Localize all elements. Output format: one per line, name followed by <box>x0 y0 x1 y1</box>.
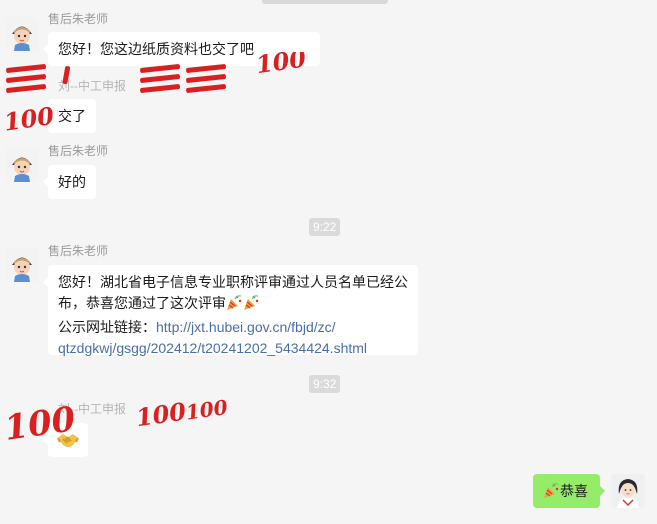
sender-name: 刘--中工申报 <box>58 402 126 416</box>
message-text: 公示网址链接： <box>58 319 156 335</box>
hundred-sticker: 100 <box>184 395 229 425</box>
message-text: 恭喜 <box>560 483 588 499</box>
message-bubble[interactable] <box>43 423 88 457</box>
message-text: 您好！您这边纸质资料也交了吧 <box>58 41 254 57</box>
sender-name: 刘--中工申报 <box>58 79 126 93</box>
teacher-avatar[interactable] <box>5 248 39 282</box>
party-popper-icon <box>543 482 560 505</box>
teacher-avatar[interactable] <box>5 148 39 182</box>
sender-name: 售后朱老师 <box>48 12 109 26</box>
message-bubble[interactable]: 好的 <box>43 165 96 199</box>
message-text: 您好！湖北省电子信息专业职称评审通过人员名单已经公 <box>58 274 408 290</box>
scroll-indicator <box>262 0 388 4</box>
teacher-avatar[interactable] <box>5 17 39 51</box>
timestamp: 9:32 <box>309 375 341 393</box>
message-bubble[interactable]: 您好！湖北省电子信息专业职称评审通过人员名单已经公 布，恭喜您通过了这次评审 公… <box>43 265 418 356</box>
url-link[interactable]: qtzdgkwj/gsgg/202412/t20241202_5434424.s… <box>58 338 408 359</box>
party-popper-icon <box>226 294 243 317</box>
user-avatar[interactable] <box>611 474 645 508</box>
message-bubble[interactable]: 交了 <box>43 99 96 133</box>
hundred-sticker: 100 <box>134 396 188 432</box>
message-text: 好的 <box>58 174 86 190</box>
sender-name: 售后朱老师 <box>48 244 109 258</box>
timestamp: 9:22 <box>309 218 341 236</box>
message-bubble[interactable]: 您好！您这边纸质资料也交了吧 <box>43 32 320 66</box>
message-bubble-outgoing[interactable]: 恭喜 <box>533 474 605 508</box>
party-popper-icon <box>243 294 260 317</box>
url-link[interactable]: http://jxt.hubei.gov.cn/fbjd/zc/ <box>156 319 336 335</box>
handshake-icon <box>57 430 79 456</box>
message-text: 布，恭喜您通过了这次评审 <box>58 295 226 311</box>
message-text: 交了 <box>58 108 86 124</box>
sender-name: 售后朱老师 <box>48 144 109 158</box>
